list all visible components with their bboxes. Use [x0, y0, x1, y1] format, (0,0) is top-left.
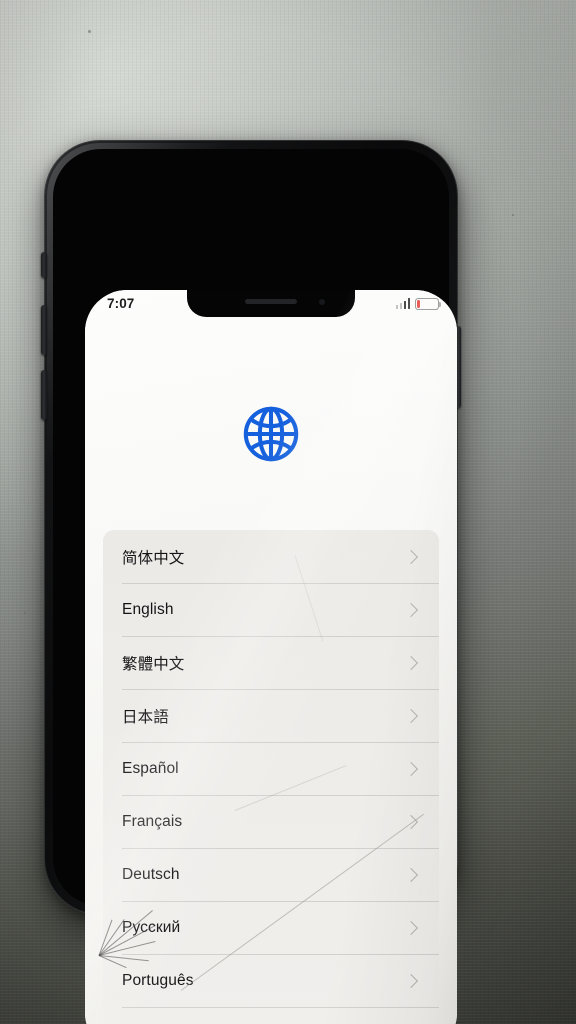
list-item[interactable]: 繁體中文 [103, 636, 439, 689]
battery-low-icon [415, 298, 442, 310]
globe-icon [240, 403, 302, 465]
front-camera [319, 299, 325, 305]
list-item[interactable]: 日本語 [103, 689, 439, 742]
phone-screen: 7:07 简体中文 English 繁體中文 日本語 Español Franç… [85, 290, 457, 1024]
chevron-right-icon [403, 761, 419, 776]
language-label: Русский [122, 918, 181, 936]
phone-device: 7:07 简体中文 English 繁體中文 日本語 Español Franç… [41, 140, 461, 1024]
language-label: Deutsch [122, 865, 180, 883]
status-bar-indicators [395, 298, 442, 310]
language-list[interactable]: 简体中文 English 繁體中文 日本語 Español Français D… [103, 530, 439, 1024]
cellular-signal-icon [395, 298, 410, 310]
chevron-right-icon [403, 973, 419, 988]
list-item[interactable]: Español [103, 742, 439, 795]
mute-switch[interactable] [41, 252, 47, 278]
language-label: Español [122, 759, 179, 777]
list-item[interactable]: Português [103, 954, 439, 1007]
earpiece-speaker [245, 299, 297, 304]
chevron-right-icon [403, 549, 419, 564]
chevron-right-icon [403, 814, 419, 829]
chevron-right-icon [403, 655, 419, 670]
language-label: Français [122, 812, 183, 830]
list-item[interactable]: 简体中文 [103, 530, 439, 583]
chevron-right-icon [403, 602, 419, 617]
battery-fill [417, 300, 421, 308]
language-label: 繁體中文 [122, 655, 185, 673]
list-item[interactable]: English [103, 583, 439, 636]
language-label: Português [122, 971, 194, 989]
list-item[interactable]: Français [103, 795, 439, 848]
volume-up-button[interactable] [41, 305, 47, 355]
language-label: English [122, 600, 174, 618]
language-label: 日本語 [122, 708, 169, 726]
photo-scene: 7:07 简体中文 English 繁體中文 日本語 Español Franç… [0, 0, 576, 1024]
list-item[interactable]: Italiano [103, 1007, 439, 1024]
chevron-right-icon [403, 708, 419, 723]
list-item[interactable]: Deutsch [103, 848, 439, 901]
display-notch [187, 290, 355, 317]
status-bar-time: 7:07 [107, 296, 135, 311]
chevron-right-icon [403, 920, 419, 935]
volume-down-button[interactable] [41, 370, 47, 420]
chevron-right-icon [403, 867, 419, 882]
list-item[interactable]: Русский [103, 901, 439, 954]
language-label: 简体中文 [122, 549, 185, 567]
